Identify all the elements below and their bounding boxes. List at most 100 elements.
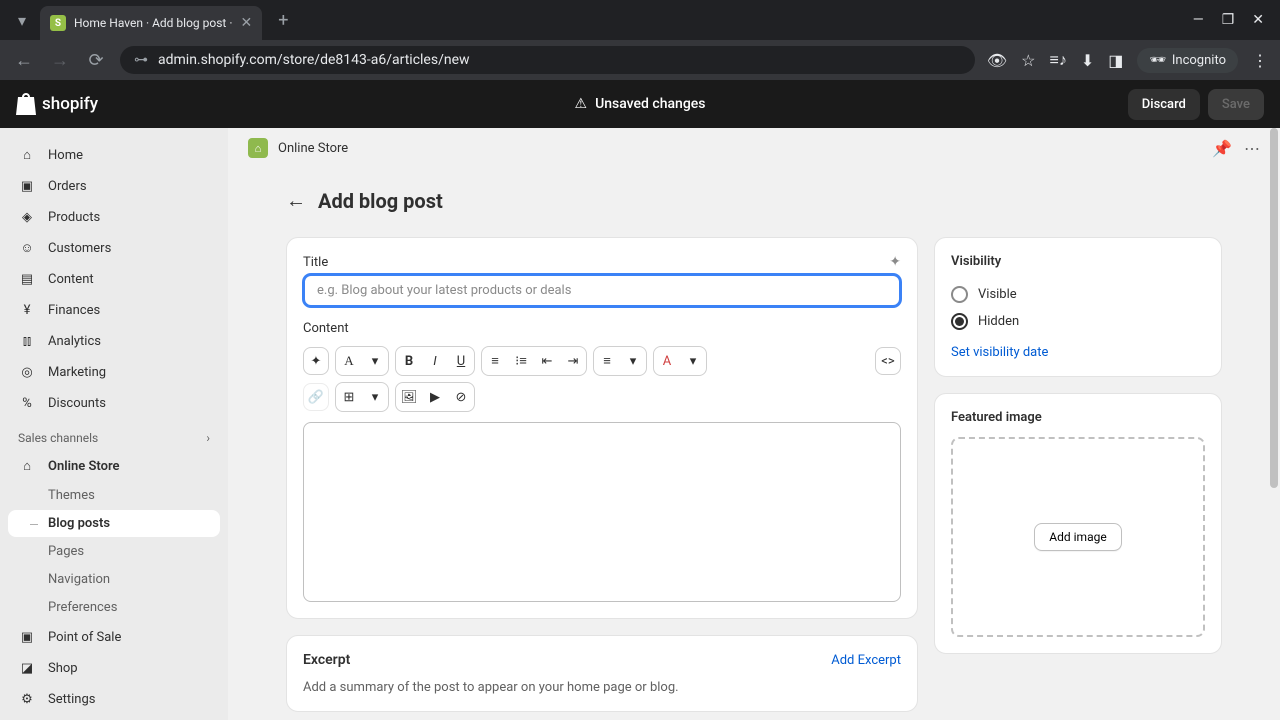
home-icon: ⌂ <box>18 146 36 164</box>
text-color-button[interactable]: A <box>654 347 680 375</box>
sidebar-item-customers[interactable]: ☺Customers <box>8 233 220 263</box>
sidebar-item-settings[interactable]: ⚙Settings <box>8 684 220 714</box>
sidebar-subitem-navigation[interactable]: Navigation <box>8 566 220 593</box>
save-button[interactable]: Save <box>1208 89 1264 120</box>
new-tab-button[interactable]: + <box>270 6 296 35</box>
store-favicon: ⌂ <box>248 138 268 158</box>
browser-tab[interactable]: S Home Haven · Add blog post · ✕ <box>40 6 262 40</box>
sidebar-item-products[interactable]: ◈Products <box>8 202 220 232</box>
underline-button[interactable]: U <box>448 347 474 375</box>
more-icon[interactable]: ⋯ <box>1244 139 1260 158</box>
image-drop-zone[interactable]: Add image <box>951 437 1205 637</box>
sidebar-subitem-blog-posts[interactable]: Blog posts <box>8 510 220 537</box>
unsaved-changes-badge: ⚠ Unsaved changes <box>575 96 706 112</box>
sidebar-subitem-pages[interactable]: Pages <box>8 538 220 565</box>
add-image-button[interactable]: Add image <box>1034 523 1121 551</box>
incognito-icon: 🕶 <box>1149 53 1166 68</box>
back-icon[interactable]: ← <box>12 50 36 71</box>
excerpt-title: Excerpt <box>303 652 350 668</box>
sidebar-item-finances[interactable]: ¥Finances <box>8 295 220 325</box>
breadcrumb-text: Online Store <box>278 141 348 156</box>
back-arrow-icon[interactable]: ← <box>286 188 306 213</box>
download-icon[interactable]: ⬇ <box>1081 51 1094 70</box>
sidebar-item-pos[interactable]: ▣Point of Sale <box>8 622 220 652</box>
star-icon[interactable]: ☆ <box>1021 51 1035 70</box>
close-tab-icon[interactable]: ✕ <box>240 15 252 31</box>
set-visibility-date-link[interactable]: Set visibility date <box>951 345 1048 360</box>
align-button[interactable]: ≡ <box>594 347 620 375</box>
close-window-icon[interactable]: ✕ <box>1252 12 1264 28</box>
forward-icon[interactable]: → <box>48 50 72 71</box>
sidebar-subitem-themes[interactable]: Themes <box>8 482 220 509</box>
sidebar-item-shop[interactable]: ◪Shop <box>8 653 220 683</box>
incognito-badge[interactable]: 🕶 Incognito <box>1137 48 1238 73</box>
kebab-menu-icon[interactable]: ⋮ <box>1252 51 1268 70</box>
products-icon: ◈ <box>18 208 36 226</box>
code-view-button[interactable]: <> <box>875 347 901 375</box>
eye-off-icon[interactable]: 👁 <box>987 51 1007 70</box>
indent-button[interactable]: ⇥ <box>560 347 586 375</box>
side-panel-icon[interactable]: ◨ <box>1108 51 1123 70</box>
image-button[interactable]: 🖼 <box>396 383 422 411</box>
address-bar[interactable]: ⊶ admin.shopify.com/store/de8143-a6/arti… <box>120 46 975 74</box>
sidebar-item-online-store[interactable]: ⌂Online Store <box>8 451 220 481</box>
marketing-icon: ◎ <box>18 363 36 381</box>
visibility-visible-radio[interactable]: Visible <box>951 281 1205 308</box>
outdent-button[interactable]: ⇤ <box>534 347 560 375</box>
text-color-dropdown[interactable]: ▾ <box>680 347 706 375</box>
maximize-icon[interactable]: ❐ <box>1222 12 1235 28</box>
reload-icon[interactable]: ⟳ <box>84 50 108 71</box>
align-dropdown[interactable]: ▾ <box>620 347 646 375</box>
tab-list-dropdown[interactable]: ▾ <box>8 6 36 34</box>
link-button[interactable]: 🔗 <box>303 383 329 411</box>
site-info-icon[interactable]: ⊶ <box>134 52 148 68</box>
editor-toolbar-row2: 🔗 ⊞ ▾ 🖼 ▶ ⊘ <box>303 382 901 418</box>
table-button[interactable]: ⊞ <box>336 383 362 411</box>
chevron-right-icon[interactable]: › <box>206 431 210 445</box>
ai-assist-button[interactable]: ✦ <box>303 347 329 375</box>
playlist-icon[interactable]: ≡♪ <box>1049 50 1066 70</box>
analytics-icon: ⫾⫾ <box>18 332 36 350</box>
add-excerpt-link[interactable]: Add Excerpt <box>831 653 901 668</box>
pin-icon[interactable]: 📌 <box>1212 139 1232 158</box>
italic-button[interactable]: I <box>422 347 448 375</box>
discard-button[interactable]: Discard <box>1128 89 1200 120</box>
title-input[interactable] <box>303 274 901 307</box>
radio-checked-icon <box>951 313 968 330</box>
bold-button[interactable]: B <box>396 347 422 375</box>
sidebar-item-discounts[interactable]: %Discounts <box>8 388 220 418</box>
sidebar-item-analytics[interactable]: ⫾⫾Analytics <box>8 326 220 356</box>
sidebar-section-sales-channels: Sales channels › <box>8 419 220 451</box>
visibility-card: Visibility Visible Hidden Set visibility… <box>934 237 1222 377</box>
title-label: Title ✦ <box>303 254 901 270</box>
shop-icon: ◪ <box>18 659 36 677</box>
sidebar-subitem-preferences[interactable]: Preferences <box>8 594 220 621</box>
number-list-button[interactable]: ⁝≡ <box>508 347 534 375</box>
sidebar-item-content[interactable]: ▤Content <box>8 264 220 294</box>
clear-format-button[interactable]: ⊘ <box>448 383 474 411</box>
visibility-title: Visibility <box>951 254 1205 269</box>
sidebar-item-home[interactable]: ⌂Home <box>8 140 220 170</box>
breadcrumb: ⌂ Online Store 📌 ⋯ <box>228 128 1280 168</box>
editor-toolbar: ✦ A ▾ B I U ≡ <box>303 340 901 382</box>
table-dropdown[interactable]: ▾ <box>362 383 388 411</box>
shopify-logo[interactable]: shopify <box>16 93 98 115</box>
content-label: Content <box>303 321 901 336</box>
shopify-favicon: S <box>50 15 66 31</box>
customers-icon: ☺ <box>18 239 36 257</box>
content-editor[interactable] <box>303 422 901 602</box>
bullet-list-button[interactable]: ≡ <box>482 347 508 375</box>
featured-image-title: Featured image <box>951 410 1205 425</box>
window-controls: — ❐ ✕ <box>1193 12 1272 28</box>
scrollbar-thumb[interactable] <box>1270 128 1278 488</box>
paragraph-style-dropdown[interactable]: ▾ <box>362 347 388 375</box>
paragraph-style-button[interactable]: A <box>336 347 362 375</box>
sparkle-icon[interactable]: ✦ <box>889 254 901 270</box>
sidebar-item-orders[interactable]: ▣Orders <box>8 171 220 201</box>
browser-toolbar: ← → ⟳ ⊶ admin.shopify.com/store/de8143-a… <box>0 40 1280 80</box>
sidebar-item-marketing[interactable]: ◎Marketing <box>8 357 220 387</box>
video-button[interactable]: ▶ <box>422 383 448 411</box>
warning-icon: ⚠ <box>575 96 588 112</box>
visibility-hidden-radio[interactable]: Hidden <box>951 308 1205 335</box>
minimize-icon[interactable]: — <box>1193 12 1204 28</box>
